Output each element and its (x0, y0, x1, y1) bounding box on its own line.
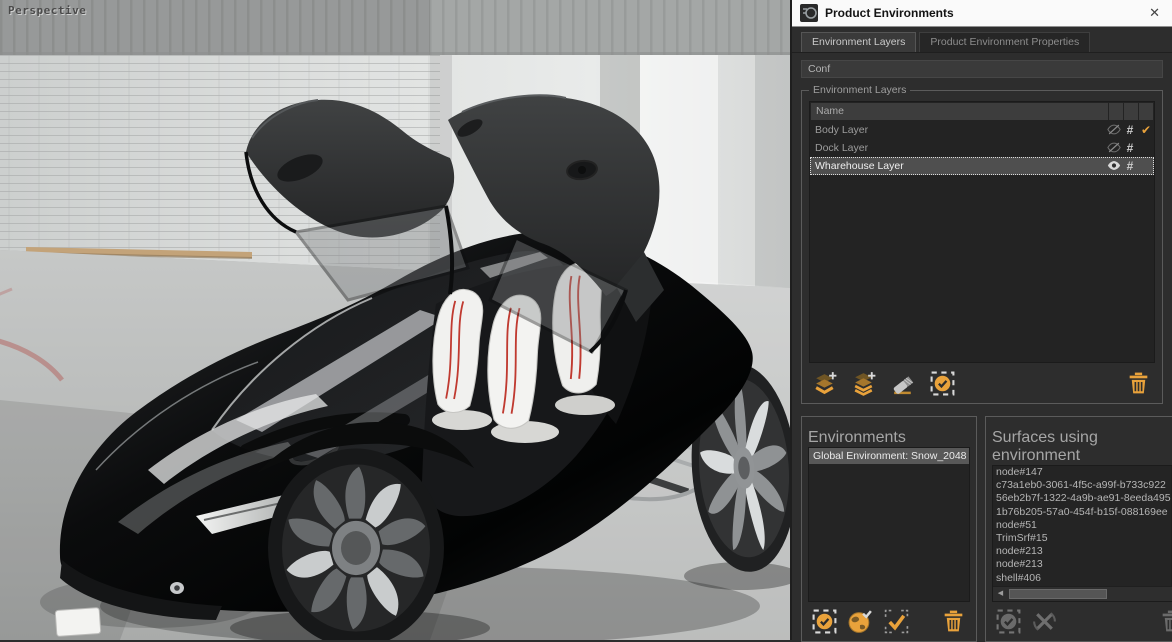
viewport-3d[interactable]: Perspective (0, 0, 790, 640)
layer-name: Body Layer (815, 124, 1106, 136)
panel-title: Product Environments (825, 6, 954, 20)
surface-item[interactable]: 1b76b205-57a0-454f-b15f-088169ee (996, 506, 1171, 519)
layer-name: Dock Layer (815, 142, 1106, 154)
surface-item[interactable]: node#51 (996, 519, 1171, 532)
delete-environment-button-trash-icon[interactable] (940, 608, 967, 635)
product-environments-icon (800, 4, 818, 22)
group-title: Environment Layers (809, 84, 910, 96)
hash-icon[interactable]: # (1122, 125, 1138, 135)
tab-product-environment-properties[interactable]: Product Environment Properties (919, 32, 1090, 52)
eye-off-icon[interactable] (1106, 142, 1122, 155)
horizontal-scroll-thumb[interactable] (1009, 589, 1107, 599)
remove-environment-from-surfaces-button-cross-icon (1031, 608, 1058, 635)
hash-icon[interactable]: # (1122, 161, 1138, 171)
delete-surface-button-trash-icon (1158, 608, 1172, 635)
tab-bar: Environment Layers Product Environment P… (792, 27, 1172, 53)
scroll-left-icon[interactable]: ◀ (993, 587, 1008, 601)
layer-name: Wharehouse Layer (815, 160, 1106, 172)
new-child-environment-layer-button-new-layer-alt-icon[interactable] (851, 370, 878, 397)
name-column-header[interactable]: Name (811, 103, 1108, 120)
environment-item[interactable]: Global Environment: Snow_2048 (809, 448, 969, 464)
table-header: Name (810, 102, 1154, 121)
group-title: Surfaces using environment (992, 429, 1172, 465)
environments-group: Environments Global Environment: Snow_20… (801, 416, 977, 642)
surfaces-list[interactable]: node#147c73a1eb0-3061-4f5c-a99f-b733c922… (992, 465, 1172, 602)
group-title: Environments (808, 429, 970, 447)
tab-environment-layers[interactable]: Environment Layers (801, 32, 916, 52)
current-column-header[interactable] (1139, 103, 1153, 120)
clear-environment-assignment-button-eraser-icon[interactable] (890, 370, 917, 397)
environments-toolbar (808, 602, 970, 635)
surface-item[interactable]: node#213 (996, 545, 1171, 558)
assign-environment-button-check-icon[interactable] (883, 608, 910, 635)
conf-bar[interactable]: Conf (801, 60, 1163, 78)
rendered-scene (0, 0, 790, 640)
eye-off-icon[interactable] (1106, 124, 1122, 137)
close-icon[interactable]: ✕ (1145, 4, 1164, 23)
hash-column-header[interactable] (1124, 103, 1138, 120)
current-layer-check-icon[interactable]: ✔ (1138, 125, 1154, 135)
viewport-title[interactable]: Perspective (8, 4, 86, 17)
select-surfaces-button-select-check-icon (995, 608, 1022, 635)
horizontal-scrollbar[interactable]: ◀ ▶ (993, 586, 1172, 601)
panel-titlebar[interactable]: Product Environments ✕ (792, 0, 1172, 27)
eye-icon[interactable] (1106, 160, 1122, 173)
surface-item[interactable]: shell#406 (996, 572, 1171, 585)
delete-environment-layer-button-trash-icon[interactable] (1125, 370, 1152, 397)
environments-list[interactable]: Global Environment: Snow_2048 (808, 447, 970, 602)
environment-layers-table[interactable]: Name Body Layer#✔Dock Layer#Wharehouse L… (809, 101, 1155, 363)
surfaces-group: Surfaces using environment node#147c73a1… (985, 416, 1172, 642)
layer-row-body-layer[interactable]: Body Layer #✔ (810, 121, 1154, 139)
select-objects-using-environment-button-select-check-icon[interactable] (811, 608, 838, 635)
layer-row-dock-layer[interactable]: Dock Layer # (810, 139, 1154, 157)
environment-layers-group: Environment Layers Name Body Layer#✔Dock… (801, 90, 1163, 404)
surface-item[interactable]: node#213 (996, 558, 1171, 571)
surface-item[interactable]: node#147 (996, 466, 1171, 479)
new-environment-layer-button-new-layer-icon[interactable] (812, 370, 839, 397)
surfaces-toolbar (992, 602, 1172, 635)
hash-icon[interactable]: # (1122, 143, 1138, 153)
visibility-column-header[interactable] (1109, 103, 1123, 120)
surface-item[interactable]: c73a1eb0-3061-4f5c-a99f-b733c922 (996, 479, 1171, 492)
surface-item[interactable]: 56eb2b7f-1322-4a9b-ae91-8eeda495 (996, 492, 1171, 505)
layers-toolbar (809, 363, 1155, 397)
horizontal-scroll-track[interactable] (1108, 587, 1172, 601)
surface-item[interactable]: TrimSrf#15 (996, 532, 1171, 545)
set-global-environment-button-globe-check-icon[interactable] (847, 608, 874, 635)
select-assigned-objects-button-select-check-icon[interactable] (929, 370, 956, 397)
layer-row-wharehouse-layer[interactable]: Wharehouse Layer # (810, 157, 1154, 175)
product-environments-panel: Product Environments ✕ Environment Layer… (790, 0, 1172, 640)
